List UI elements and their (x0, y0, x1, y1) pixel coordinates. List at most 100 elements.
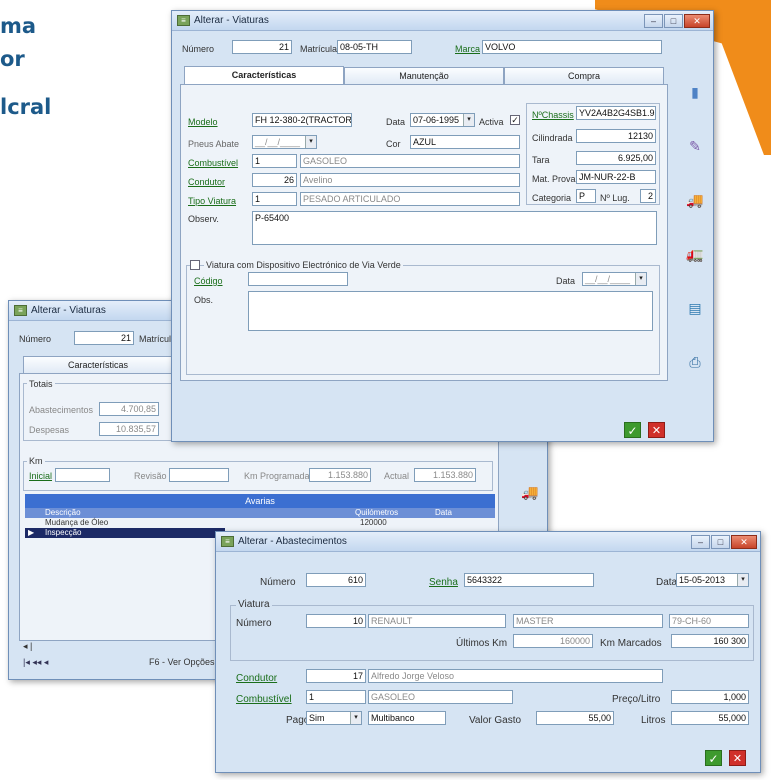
senha-field[interactable]: 5643322 (464, 573, 594, 587)
inicial-label[interactable]: Inicial (29, 471, 52, 481)
app-icon: ≡ (177, 15, 190, 26)
combustivel-label[interactable]: Combustível (188, 158, 238, 168)
combustivel-num[interactable]: 1 (252, 154, 297, 168)
numero-label: Número (19, 334, 52, 344)
vehicle-icon[interactable]: 🚚 (519, 481, 541, 503)
edit-icon[interactable]: ✎ (684, 135, 706, 157)
inicial-field[interactable] (55, 468, 110, 482)
categoria-label: Categoria (532, 193, 572, 203)
despesas-field[interactable]: 10.835,57 (99, 422, 159, 436)
minimize-button[interactable]: – (644, 14, 663, 28)
condutor-label[interactable]: Condutor (188, 177, 225, 187)
tipo-viatura-label[interactable]: Tipo Viatura (188, 196, 236, 206)
tab-caracteristicas[interactable]: Características (184, 66, 344, 85)
codigo-field[interactable] (248, 272, 348, 286)
nav-arrows-icon[interactable]: |◂ ◂◂ ◂ (23, 657, 48, 668)
tab-compra[interactable]: Compra (504, 67, 664, 85)
pagamento-field[interactable]: Multibanco (368, 711, 446, 725)
condutor-num[interactable]: 26 (252, 173, 297, 187)
kmmarc-label: Km Marcados (600, 638, 662, 649)
minimize-button[interactable]: – (691, 535, 710, 549)
matricula-field[interactable]: 08-05-TH (337, 40, 412, 54)
modelo-label[interactable]: Modelo (188, 117, 218, 127)
obs2-field[interactable] (248, 291, 653, 331)
close-button[interactable]: ✕ (731, 535, 757, 549)
table-row-selected[interactable]: ▶ Inspecção (25, 528, 225, 538)
app-icon: ≡ (221, 536, 234, 547)
cilindrada-field[interactable]: 12130 (576, 129, 656, 143)
maximize-button[interactable]: □ (711, 535, 730, 549)
numero-field[interactable]: 610 (306, 573, 366, 587)
codigo-label[interactable]: Código (194, 276, 223, 286)
nchassis-label[interactable]: NºChassis (532, 110, 574, 120)
senha-label[interactable]: Senha (429, 577, 458, 588)
combustivel-label[interactable]: Combustível (236, 694, 292, 705)
maximize-button[interactable]: □ (664, 14, 683, 28)
cor-field[interactable]: AZUL (410, 135, 520, 149)
data-field[interactable]: 07-06-1995 ▾ (410, 113, 475, 127)
valor-field[interactable]: 55,00 (536, 711, 614, 725)
chevron-down-icon[interactable]: ▾ (463, 114, 474, 126)
cancel-button[interactable]: ✕ (729, 750, 746, 766)
totais-label: Totais (27, 379, 55, 389)
cor-label: Cor (386, 139, 401, 149)
kmmarc-field[interactable]: 160 300 (671, 634, 749, 648)
marca-field[interactable]: VOLVO (482, 40, 662, 54)
litros-field[interactable]: 55,000 (671, 711, 749, 725)
numero-field[interactable]: 21 (232, 40, 292, 54)
kmprog-label: Km Programada (244, 471, 310, 481)
preco-field[interactable]: 1,000 (671, 690, 749, 704)
vehicle-icon[interactable]: 🚚 (684, 189, 706, 211)
activa-checkbox[interactable]: ✓ (510, 115, 520, 125)
col-descricao: Descrição (45, 508, 81, 517)
close-button[interactable]: ✕ (684, 14, 710, 28)
marca-label[interactable]: Marca (455, 44, 480, 54)
condutor-label[interactable]: Condutor (236, 673, 277, 684)
categoria-field[interactable]: P (576, 189, 596, 203)
chevron-down-icon[interactable]: ▾ (737, 574, 748, 586)
actual-field[interactable]: 1.153.880 (414, 468, 476, 482)
condutor-num[interactable]: 17 (306, 669, 366, 683)
ultkm-field: 160000 (513, 634, 593, 648)
save-icon[interactable]: ▮ (684, 81, 706, 103)
obs-field[interactable]: P-65400 (252, 211, 657, 245)
pneus-field[interactable]: __/__/____ ▾ (252, 135, 317, 149)
actual-label: Actual (384, 471, 410, 481)
nlug-field[interactable]: 2 (640, 189, 656, 203)
combustivel-num[interactable]: 1 (306, 690, 366, 704)
chevron-down-icon[interactable]: ▾ (305, 136, 316, 148)
tab-caracteristicas[interactable]: Características (23, 356, 173, 374)
pago-select[interactable]: Sim ▾ (306, 711, 362, 725)
chevron-down-icon[interactable]: ▾ (350, 712, 361, 724)
preco-label: Preço/Litro (612, 694, 661, 705)
pneus-label: Pneus Abate (188, 139, 240, 149)
vnum-field[interactable]: 10 (306, 614, 366, 628)
date-field[interactable]: __/__/____ ▾ (582, 272, 647, 286)
ok-button[interactable]: ✓ (624, 422, 641, 438)
ok-button[interactable]: ✓ (705, 750, 722, 766)
brand-text-3: lcral (0, 95, 52, 119)
abast-field[interactable]: 4.700,85 (99, 402, 159, 416)
tab-manutencao[interactable]: Manutenção (344, 67, 504, 85)
revisao-field[interactable] (169, 468, 229, 482)
chevron-down-icon[interactable]: ▾ (635, 273, 646, 285)
date-value: __/__/____ (585, 274, 631, 284)
data-value: 15-05-2013 (679, 575, 726, 585)
matprova-field[interactable]: JM-NUR-22-B (576, 170, 656, 184)
numero-field[interactable]: 21 (74, 331, 134, 345)
dispositivo-checkbox[interactable] (190, 260, 200, 270)
data-field[interactable]: 15-05-2013 ▾ (676, 573, 749, 587)
tara-field[interactable]: 6.925,00 (576, 151, 656, 165)
nchassis-field[interactable]: YV2A4B2G4SB1.95 (576, 106, 656, 120)
table-row[interactable]: Mudança de Óleo 120000 (25, 518, 495, 528)
table-header-row: Descrição Quilómetros Data (25, 508, 495, 518)
cancel-button[interactable]: ✕ (648, 422, 665, 438)
scroll-left-icon[interactable]: ◂ | (23, 641, 32, 652)
truck-icon[interactable]: 🚛 (684, 243, 706, 265)
modelo-field[interactable]: FH 12-380-2(TRACTOR) (252, 113, 352, 127)
document-icon[interactable]: ▤ (684, 297, 706, 319)
print-icon[interactable]: ⎙ (684, 351, 706, 373)
col-data: Data (435, 508, 452, 517)
tipo-viatura-num[interactable]: 1 (252, 192, 297, 206)
kmprog-field[interactable]: 1.153.880 (309, 468, 371, 482)
